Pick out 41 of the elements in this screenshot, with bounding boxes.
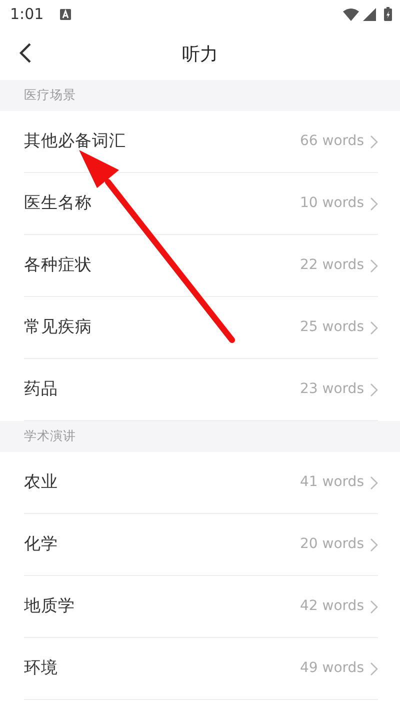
item-name: 地质学 (24, 595, 76, 618)
list-item[interactable]: 化学 20 words (24, 514, 378, 576)
item-name: 常见疾病 (24, 316, 93, 338)
word-count: 20 words (300, 535, 364, 554)
section-header: 学术演讲 (0, 421, 400, 452)
word-count: 42 words (300, 597, 364, 616)
status-time: 1:01 (10, 4, 44, 25)
chevron-icon (370, 258, 378, 272)
chevron-icon (370, 538, 378, 552)
chevron-icon (370, 196, 378, 210)
item-name: 化学 (24, 533, 59, 556)
chevron-icon (370, 476, 378, 490)
word-count: 41 words (300, 473, 364, 492)
item-name: 医生名称 (24, 192, 93, 214)
battery-icon (384, 7, 392, 21)
word-count: 49 words (300, 659, 364, 678)
chevron-icon (370, 600, 378, 614)
word-count: 23 words (300, 380, 364, 399)
wifi-icon (343, 8, 359, 20)
word-count: 25 words (300, 318, 364, 337)
chevron-icon (370, 320, 378, 334)
section-header: 医疗场景 (0, 80, 400, 111)
signal-icon (363, 8, 376, 20)
word-count: 22 words (300, 256, 364, 275)
list-item[interactable]: 农业 41 words (24, 452, 378, 514)
chevron-icon (370, 662, 378, 676)
notification-icon (60, 8, 71, 20)
item-name: 农业 (24, 471, 59, 494)
item-name: 环境 (24, 657, 59, 680)
list-item[interactable]: 各种症状 22 words (24, 235, 378, 297)
word-count: 66 words (300, 132, 364, 151)
item-name: 其他必备词汇 (24, 130, 127, 152)
list-item[interactable]: 常见疾病 25 words (24, 297, 378, 359)
chevron-icon (370, 134, 378, 148)
chevron-icon (370, 382, 378, 396)
list-item[interactable]: 环境 49 words (24, 638, 378, 700)
list-item[interactable]: 地质学 42 words (24, 576, 378, 638)
word-count: 10 words (300, 194, 364, 213)
item-name: 药品 (24, 378, 59, 400)
page-title: 听力 (182, 42, 218, 66)
item-name: 各种症状 (24, 254, 93, 276)
